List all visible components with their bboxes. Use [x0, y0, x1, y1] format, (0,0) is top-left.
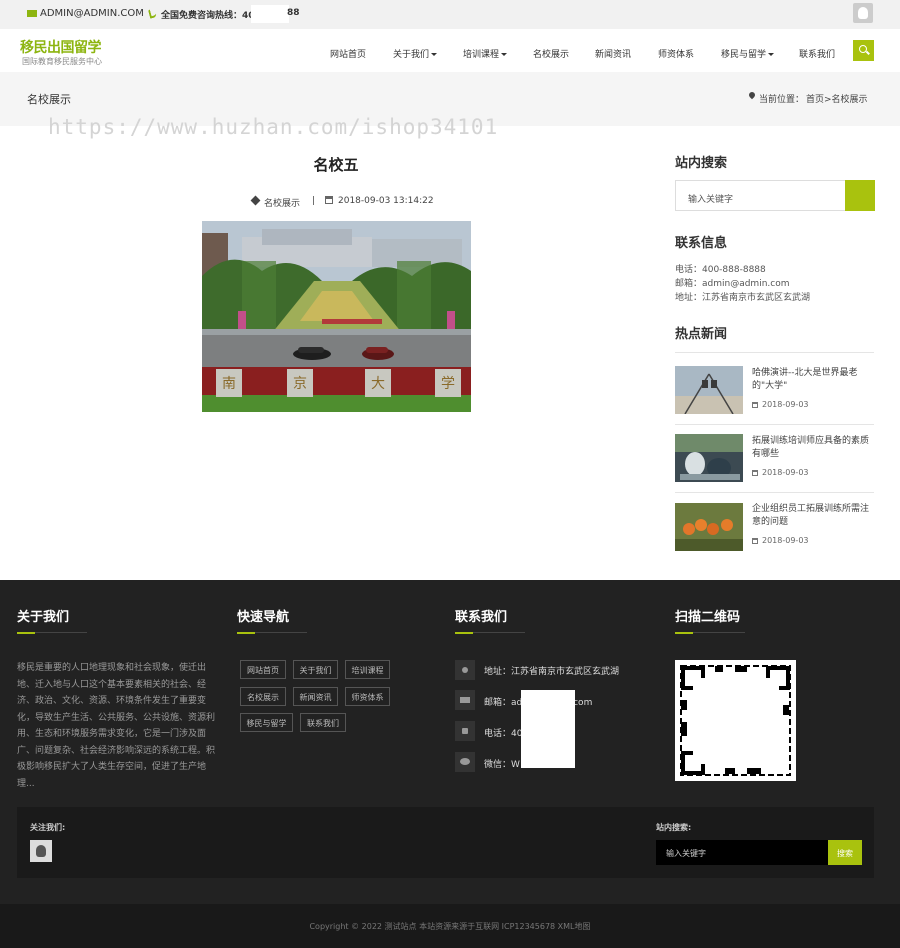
calendar-icon	[752, 537, 758, 544]
qr-code-image	[675, 660, 796, 781]
news-title[interactable]: 拓展训练培训师应具备的素质有哪些	[752, 435, 876, 461]
calendar-icon	[325, 196, 333, 204]
footer-link-schools[interactable]: 名校展示	[240, 687, 286, 706]
redaction-mask	[251, 5, 289, 23]
logo-subtitle: 国际教育移民服务中心	[22, 57, 102, 66]
footer-about-title: 关于我们	[17, 610, 70, 625]
footer-link-news[interactable]: 新闻资讯	[293, 687, 338, 706]
footer-wechat: 微信：W	[484, 760, 520, 770]
calendar-icon	[752, 401, 758, 408]
envelope-icon	[27, 10, 37, 17]
article-title: 名校五	[313, 156, 359, 174]
news-thumb-image	[675, 366, 743, 414]
accent-bar	[675, 632, 693, 634]
location-icon	[455, 660, 475, 680]
top-hotline-tail: 88	[287, 8, 300, 18]
footer-link-immigration[interactable]: 移民与留学	[240, 713, 293, 732]
news-thumb[interactable]	[675, 434, 743, 482]
campus-image: 南 京 大 学	[202, 221, 471, 412]
calendar-icon	[752, 469, 758, 476]
footer-qr-title: 扫描二维码	[675, 610, 741, 625]
redaction-mask	[521, 690, 575, 768]
qr-code-icon	[680, 665, 791, 776]
copyright-text: Copyright © 2022 测试站点 本站资源来源于互联网 ICP1234…	[309, 922, 591, 931]
top-email[interactable]: ADMIN@ADMIN.COM	[40, 8, 144, 19]
sidebar-email: 邮箱：admin@admin.com	[675, 279, 790, 289]
sign-char: 大	[371, 376, 385, 392]
sign-char: 京	[293, 376, 307, 392]
divider	[675, 352, 874, 353]
nav-teachers[interactable]: 师资体系	[658, 47, 694, 60]
article-datetime: 2018-09-03 13:14:22	[338, 196, 434, 206]
caret-down-icon	[501, 53, 508, 56]
sign-char: 南	[222, 376, 236, 392]
sign-char: 学	[441, 376, 455, 392]
footer-link-contact[interactable]: 联系我们	[300, 713, 346, 732]
accent-bar	[455, 632, 473, 634]
footer-link-about[interactable]: 关于我们	[293, 660, 338, 679]
sidebar-search-button[interactable]	[845, 180, 875, 211]
meta-separator: |	[312, 196, 316, 206]
breadcrumb[interactable]: 首页>名校展示	[806, 92, 868, 105]
top-hotline: 全国免费咨询热线：40	[161, 11, 255, 21]
sidebar-contact-title: 联系信息	[675, 236, 728, 251]
footer-link-teachers[interactable]: 师资体系	[345, 687, 390, 706]
footer-phone: 电话：40	[484, 729, 523, 739]
footer-link-home[interactable]: 网站首页	[240, 660, 286, 679]
sidebar-address: 地址：江苏省南京市玄武区玄武湖	[675, 293, 811, 303]
footer-link-courses[interactable]: 培训课程	[345, 660, 390, 679]
phone-icon	[455, 721, 475, 741]
tag-icon	[250, 195, 261, 206]
footer-search-label: 站内搜索:	[656, 823, 692, 832]
news-thumb-image	[675, 503, 743, 551]
footer-about-text: 移民是重要的人口地理现象和社会现象，使迁出地、迁入地与人口这个基本要素相关的社会…	[17, 663, 216, 789]
footer-search-button[interactable]: 搜索	[828, 840, 862, 865]
sidebar-hot-title: 热点新闻	[675, 327, 728, 342]
news-date: 2018-09-03	[752, 536, 809, 545]
footer-address: 地址：江苏省南京市玄武区玄武湖	[484, 667, 620, 677]
qq-icon	[858, 7, 868, 19]
qq-icon	[36, 845, 46, 857]
accent-bar	[17, 632, 35, 634]
caret-down-icon	[431, 53, 438, 56]
news-thumb[interactable]	[675, 366, 743, 414]
divider	[675, 424, 874, 425]
nav-news[interactable]: 新闻资讯	[595, 47, 631, 60]
caret-down-icon	[768, 53, 775, 56]
article-photo: 南 京 大 学	[202, 221, 471, 412]
news-date: 2018-09-03	[752, 400, 809, 409]
news-date: 2018-09-03	[752, 468, 809, 477]
sidebar-search-title: 站内搜索	[675, 156, 728, 171]
mail-icon	[455, 690, 475, 710]
news-title[interactable]: 企业组织员工拓展训练所需注意的问题	[752, 503, 876, 529]
watermark-text: https://www.huzhan.com/ishop34101	[48, 115, 499, 139]
footer-contact-title: 联系我们	[455, 610, 508, 625]
page-title: 名校展示	[27, 93, 71, 106]
nav-immigration[interactable]: 移民与留学	[721, 47, 775, 60]
location-label: 当前位置：	[759, 95, 805, 105]
logo-title[interactable]: 移民出国留学	[20, 37, 102, 57]
footer-nav-title: 快速导航	[237, 610, 290, 625]
follow-label: 关注我们:	[30, 823, 66, 832]
wechat-icon	[455, 752, 475, 772]
nav-contact[interactable]: 联系我们	[799, 47, 835, 60]
nav-home[interactable]: 网站首页	[330, 47, 366, 60]
sidebar-phone: 电话：400-888-8888	[675, 265, 766, 275]
nav-schools[interactable]: 名校展示	[533, 47, 569, 60]
news-title[interactable]: 哈佛演讲--北大是世界最老的"大学"	[752, 367, 876, 393]
article-category[interactable]: 名校展示	[264, 196, 300, 209]
news-thumb[interactable]	[675, 503, 743, 551]
accent-bar	[237, 632, 255, 634]
nav-about[interactable]: 关于我们	[393, 47, 438, 60]
divider	[675, 492, 874, 493]
footer-search-input[interactable]: 输入关键字	[656, 840, 828, 865]
news-thumb-image	[675, 434, 743, 482]
nav-courses[interactable]: 培训课程	[463, 47, 508, 60]
sidebar-search-input[interactable]: 输入关键字	[675, 180, 845, 211]
